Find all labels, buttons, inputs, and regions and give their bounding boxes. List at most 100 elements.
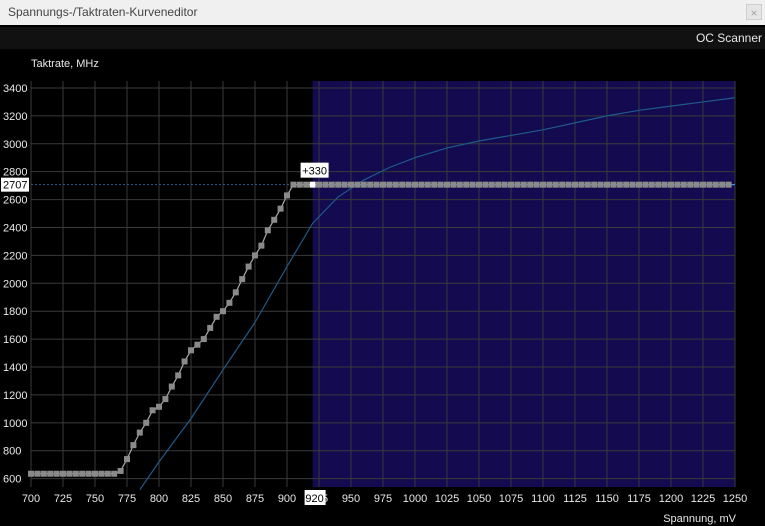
selected-curve-point[interactable] <box>309 181 316 188</box>
curve-point[interactable] <box>648 181 655 188</box>
curve-point[interactable] <box>220 308 226 315</box>
curve-point[interactable] <box>444 181 450 188</box>
curve-point[interactable] <box>636 181 642 188</box>
curve-point[interactable] <box>207 324 214 331</box>
curve-point[interactable] <box>559 181 566 188</box>
curve-point[interactable] <box>136 429 143 436</box>
curve-point[interactable] <box>213 313 220 320</box>
curve-point[interactable] <box>693 181 700 188</box>
curve-point[interactable] <box>488 181 495 188</box>
curve-point[interactable] <box>616 181 623 188</box>
curve-point[interactable] <box>565 181 572 188</box>
curve-point[interactable] <box>476 181 482 188</box>
curve-point[interactable] <box>437 181 444 188</box>
curve-point[interactable] <box>514 181 521 188</box>
curve-point[interactable] <box>604 181 610 188</box>
curve-point[interactable] <box>194 341 201 348</box>
curve-point[interactable] <box>661 181 668 188</box>
curve-point[interactable] <box>239 276 246 283</box>
curve-point[interactable] <box>117 467 124 474</box>
curve-point[interactable] <box>296 181 303 188</box>
curve-point[interactable] <box>591 181 598 188</box>
curve-point[interactable] <box>584 181 591 188</box>
curve-point[interactable] <box>367 181 374 188</box>
curve-point[interactable] <box>546 181 553 188</box>
curve-point[interactable] <box>687 181 694 188</box>
curve-point[interactable] <box>469 181 476 188</box>
curve-point[interactable] <box>520 181 527 188</box>
curve-point[interactable] <box>655 181 662 188</box>
curve-point[interactable] <box>501 181 508 188</box>
curve-point[interactable] <box>130 442 137 449</box>
curve-point[interactable] <box>680 181 687 188</box>
curve-point[interactable] <box>335 181 342 188</box>
curve-point[interactable] <box>181 358 188 365</box>
curve-point[interactable] <box>380 181 386 188</box>
curve-point[interactable] <box>66 470 73 477</box>
curve-point[interactable] <box>719 181 726 188</box>
curve-point[interactable] <box>610 181 617 188</box>
curve-point[interactable] <box>533 181 540 188</box>
curve-point[interactable] <box>271 216 278 223</box>
curve-point[interactable] <box>104 470 111 477</box>
curve-point[interactable] <box>162 396 169 403</box>
curve-point[interactable] <box>328 181 335 188</box>
curve-point[interactable] <box>226 299 233 306</box>
curve-point[interactable] <box>168 383 175 390</box>
curve-point[interactable] <box>79 470 86 477</box>
curve-point[interactable] <box>348 181 354 188</box>
curve-point[interactable] <box>540 181 546 188</box>
curve-point[interactable] <box>424 181 431 188</box>
curve-point[interactable] <box>124 456 130 463</box>
curve-point[interactable] <box>188 347 194 354</box>
curve-point[interactable] <box>392 181 399 188</box>
curve-point[interactable] <box>712 181 719 188</box>
curve-point[interactable] <box>341 181 348 188</box>
curve-point[interactable] <box>85 470 92 477</box>
curve-chart[interactable]: 7007257507758008258508759009259509751000… <box>0 0 765 526</box>
curve-point[interactable] <box>98 470 105 477</box>
curve-point[interactable] <box>373 181 380 188</box>
curve-point[interactable] <box>508 181 514 188</box>
curve-point[interactable] <box>527 181 534 188</box>
curve-point[interactable] <box>450 181 457 188</box>
curve-point[interactable] <box>40 470 47 477</box>
curve-point[interactable] <box>258 242 265 249</box>
curve-point[interactable] <box>252 252 258 259</box>
curve-point[interactable] <box>405 181 412 188</box>
curve-point[interactable] <box>642 181 649 188</box>
curve-point[interactable] <box>34 470 41 477</box>
curve-point[interactable] <box>597 181 604 188</box>
curve-point[interactable] <box>629 181 636 188</box>
curve-point[interactable] <box>264 227 271 234</box>
curve-point[interactable] <box>668 181 674 188</box>
curve-point[interactable] <box>354 181 361 188</box>
curve-point[interactable] <box>200 336 207 343</box>
curve-point[interactable] <box>431 181 438 188</box>
curve-point[interactable] <box>284 192 290 199</box>
curve-point[interactable] <box>572 181 578 188</box>
curve-point[interactable] <box>700 181 706 188</box>
curve-point[interactable] <box>245 263 252 270</box>
curve-point[interactable] <box>290 181 297 188</box>
curve-point[interactable] <box>316 181 322 188</box>
curve-point[interactable] <box>674 181 681 188</box>
curve-point[interactable] <box>92 470 98 477</box>
curve-point[interactable] <box>706 181 713 188</box>
curve-point[interactable] <box>232 289 239 296</box>
curve-point[interactable] <box>360 181 367 188</box>
curve-point[interactable] <box>143 419 150 426</box>
curve-point[interactable] <box>175 372 182 379</box>
curve-point[interactable] <box>72 470 79 477</box>
curve-point[interactable] <box>60 470 66 477</box>
curve-point[interactable] <box>53 470 60 477</box>
curve-point[interactable] <box>456 181 463 188</box>
curve-point[interactable] <box>156 403 162 410</box>
curve-point[interactable] <box>149 407 156 414</box>
curve-point[interactable] <box>552 181 559 188</box>
curve-point[interactable] <box>725 181 732 188</box>
curve-point[interactable] <box>495 181 502 188</box>
curve-point[interactable] <box>399 181 406 188</box>
curve-point[interactable] <box>47 470 54 477</box>
curve-point[interactable] <box>322 181 329 188</box>
